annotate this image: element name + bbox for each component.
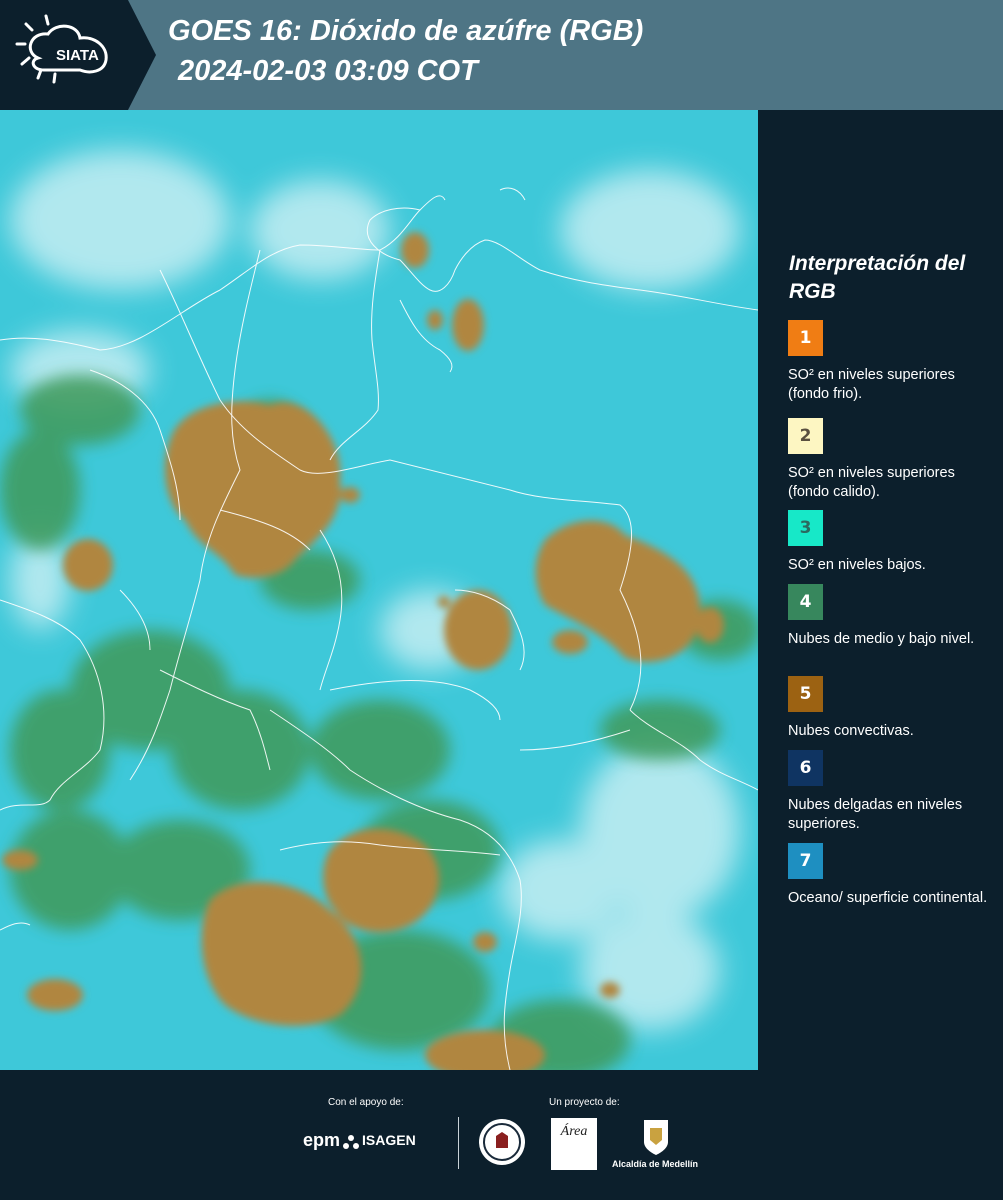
legend-title: Interpretación del RGB: [789, 252, 966, 303]
legend-text-3: SO² en niveles bajos.: [788, 557, 926, 573]
legend-swatch-6: 6: [788, 750, 823, 786]
area-logo-text: Área: [560, 1124, 588, 1139]
epm-logo: epm: [303, 1130, 341, 1150]
support-label: Con el apoyo de:: [328, 1097, 404, 1108]
isagen-logo: ISAGEN: [362, 1132, 416, 1148]
legend-swatch-2: 2: [788, 418, 823, 454]
svg-text:SIATA: SIATA: [56, 47, 99, 64]
legend-swatch-3: 3: [788, 510, 823, 546]
footer: Con el apoyo de: Un proyecto de: epm ISA…: [0, 1070, 1003, 1200]
legend-text-2: SO² en niveles superiores (fondo calido)…: [788, 465, 955, 500]
header-bar: SIATA GOES 16: Dióxido de azúfre (RGB) 2…: [0, 0, 1003, 110]
legend-swatch-4: 4: [788, 584, 823, 620]
legend-text-5: Nubes convectivas.: [788, 723, 914, 739]
product-datetime: 2024-02-03 03:09 COT: [178, 55, 478, 87]
project-label: Un proyecto de:: [549, 1097, 620, 1108]
legend-swatch-7: 7: [788, 843, 823, 879]
legend-item-4: 4 Nubes de medio y bajo nivel.: [788, 584, 998, 649]
product-title: GOES 16: Dióxido de azúfre (RGB): [168, 15, 644, 47]
legend-text-1: SO² en niveles superiores (fondo frio).: [788, 367, 955, 402]
medellin-seal-icon: [479, 1119, 525, 1165]
legend-text-4: Nubes de medio y bajo nivel.: [788, 631, 975, 647]
legend-item-1: 1 SO² en niveles superiores (fondo frio)…: [788, 320, 998, 404]
isagen-icon: [343, 1135, 359, 1149]
legend-panel: Interpretación del RGB 1 SO² en niveles …: [760, 110, 1003, 1070]
legend-text-7: Oceano/ superficie continental.: [788, 890, 988, 906]
alcaldia-label: Alcaldía de Medellín: [612, 1159, 699, 1169]
legend-item-2: 2 SO² en niveles superiores (fondo calid…: [788, 418, 998, 502]
legend-item-3: 3 SO² en niveles bajos.: [788, 510, 998, 575]
footer-divider: [458, 1117, 459, 1169]
logo-arrow: [128, 0, 156, 110]
legend-item-5: 5 Nubes convectivas.: [788, 676, 998, 741]
legend-swatch-1: 1: [788, 320, 823, 356]
legend-item-6: 6 Nubes delgadas en niveles superiores.: [788, 750, 998, 834]
legend-item-7: 7 Oceano/ superficie continental.: [788, 843, 998, 908]
alcaldia-shield-icon: [644, 1120, 668, 1155]
legend-swatch-5: 5: [788, 676, 823, 712]
siata-logo-box: SIATA: [0, 0, 128, 110]
siata-logo: SIATA: [15, 14, 108, 84]
legend-text-6: Nubes delgadas en niveles superiores.: [788, 797, 963, 832]
satellite-map: [0, 110, 758, 1070]
